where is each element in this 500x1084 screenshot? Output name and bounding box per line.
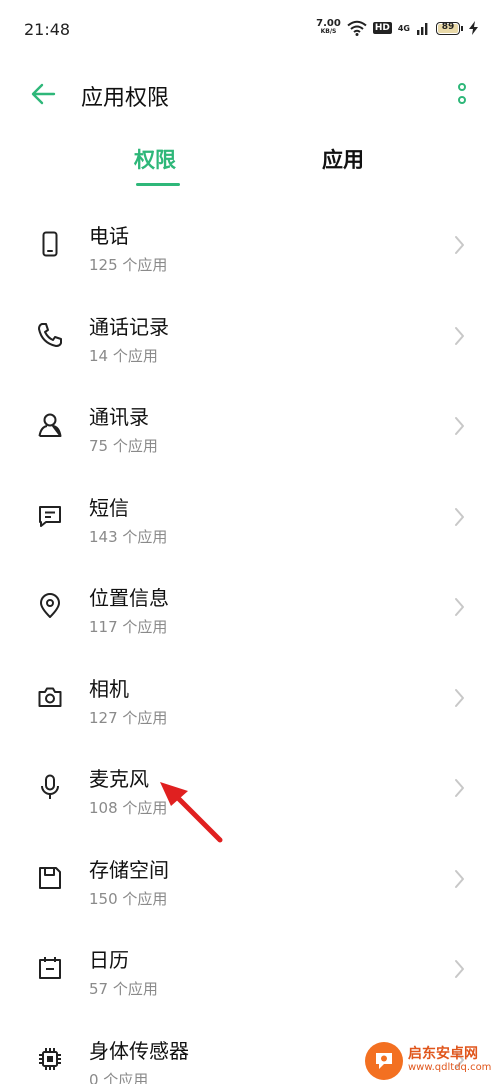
permission-title: 存储空间	[89, 857, 169, 882]
permission-item-location[interactable]: 位置信息 117 个应用	[0, 562, 500, 653]
permission-item-phone[interactable]: 电话 125 个应用	[0, 200, 500, 291]
permission-item-call-log[interactable]: 通话记录 14 个应用	[0, 291, 500, 382]
watermark-url: www.qdltdq.com	[408, 1062, 492, 1073]
permission-app-count: 127 个应用	[89, 708, 168, 727]
storage-icon	[39, 866, 61, 889]
microphone-icon	[41, 774, 59, 799]
permission-app-count: 117 个应用	[89, 618, 168, 636]
calendar-icon	[39, 957, 61, 979]
hd-badge: HD	[372, 22, 392, 34]
permission-title: 位置信息	[89, 586, 169, 610]
more-options-button[interactable]	[452, 80, 472, 108]
permission-title: 麦克风	[89, 767, 149, 791]
permission-title: 相机	[89, 676, 129, 701]
permission-item-microphone[interactable]: 麦克风 108 个应用	[0, 743, 500, 834]
chevron-right-icon	[455, 507, 464, 526]
chevron-right-icon	[455, 236, 464, 254]
permission-title: 短信	[89, 495, 129, 520]
permission-app-count: 57 个应用	[89, 980, 158, 998]
permission-title: 身体传感器	[89, 1038, 189, 1063]
permission-app-count: 108 个应用	[89, 799, 168, 817]
watermark-title: 启东安卓网	[408, 1046, 478, 1062]
permission-app-count: 125 个应用	[89, 256, 168, 274]
battery-level: 89	[441, 21, 455, 32]
tab-apps[interactable]: 应用	[322, 144, 364, 174]
network-speed: 7.00 KB/S	[316, 18, 341, 36]
permission-title: 日历	[89, 948, 129, 972]
location-icon	[40, 593, 60, 618]
permission-item-camera[interactable]: 相机 127 个应用	[0, 653, 500, 744]
permission-app-count: 14 个应用	[89, 346, 158, 365]
chevron-right-icon	[455, 688, 464, 707]
watermark: 启东安卓网 www.qdltdq.com	[365, 1038, 500, 1084]
permission-item-sms[interactable]: 短信 143 个应用	[0, 472, 500, 563]
network-type: 4G	[397, 23, 410, 33]
call-log-icon	[38, 322, 62, 347]
tab-bar: 权限 应用	[0, 134, 500, 194]
permission-title: 通话记录	[89, 314, 169, 339]
permission-app-count: 150 个应用	[89, 889, 168, 908]
charging-icon	[469, 21, 478, 35]
chevron-right-icon	[455, 869, 464, 888]
permission-item-contacts[interactable]: 通讯录 75 个应用	[0, 381, 500, 472]
back-button[interactable]	[28, 78, 60, 110]
permission-title: 通讯录	[89, 405, 149, 429]
phone-icon	[42, 231, 58, 257]
tab-indicator	[136, 183, 180, 186]
permission-app-count: 143 个应用	[89, 527, 168, 546]
chevron-right-icon	[455, 779, 464, 797]
chevron-right-icon	[455, 960, 464, 978]
watermark-logo-icon	[365, 1042, 403, 1080]
battery-icon: 89	[436, 21, 463, 35]
permission-item-calendar[interactable]: 日历 57 个应用	[0, 924, 500, 1015]
permission-item-storage[interactable]: 存储空间 150 个应用	[0, 834, 500, 925]
permission-app-count: 75 个应用	[89, 437, 158, 455]
wifi-icon	[347, 20, 367, 36]
sms-icon	[39, 505, 61, 527]
network-speed-unit: KB/S	[320, 28, 337, 35]
body-sensor-icon	[39, 1047, 61, 1070]
permission-list: 电话 125 个应用 通话记录 14 个应用 通讯录 75 个应用 短信 143…	[0, 200, 500, 1084]
tab-permissions[interactable]: 权限	[134, 144, 176, 174]
chevron-right-icon	[455, 417, 464, 435]
permission-title: 电话	[89, 224, 129, 248]
status-icons: 7.00 KB/S HD 4G 89	[316, 18, 478, 36]
chevron-right-icon	[455, 326, 464, 345]
status-time: 21:48	[24, 20, 71, 39]
app-bar: 应用权限	[0, 66, 500, 122]
permission-app-count: 0 个应用	[89, 1070, 149, 1084]
chevron-right-icon	[455, 598, 464, 616]
more-vertical-icon	[458, 83, 466, 104]
back-arrow-icon	[31, 83, 56, 105]
camera-icon	[38, 687, 62, 707]
network-speed-value: 7.00	[316, 18, 341, 29]
signal-icon	[417, 23, 428, 35]
page-title: 应用权限	[81, 86, 170, 111]
status-bar: 21:48 7.00 KB/S HD 4G 89	[0, 0, 500, 60]
contacts-icon	[38, 413, 62, 437]
